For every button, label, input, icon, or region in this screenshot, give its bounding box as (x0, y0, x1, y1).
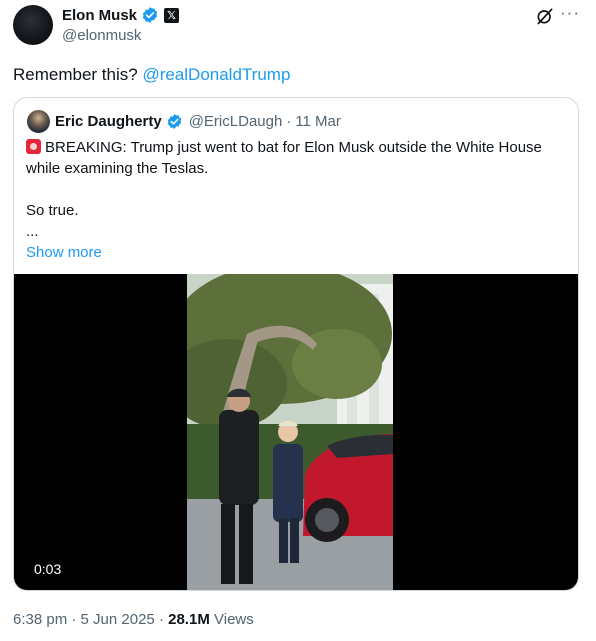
mention-link[interactable]: @realDonaldTrump (142, 65, 290, 84)
author-name-row: Elon Musk 𝕏 (62, 6, 180, 24)
x-logo-icon: 𝕏 (164, 7, 180, 23)
post-date[interactable]: 5 Jun 2025 (81, 611, 155, 628)
quote-text: BREAKING: Trump just went to bat for Elo… (26, 137, 566, 263)
video-still-image (187, 274, 393, 590)
quote-author-avatar[interactable] (27, 110, 50, 133)
author-name[interactable]: Elon Musk (62, 7, 137, 24)
video-timestamp: 0:03 (34, 561, 62, 577)
video-frame (187, 274, 393, 590)
tweet-text: Remember this? @realDonaldTrump (13, 65, 290, 85)
tweet-body: Remember this? (13, 65, 143, 84)
quote-author-name[interactable]: Eric Daugherty (55, 113, 162, 130)
views-label: Views (214, 611, 254, 628)
siren-emoji-icon (26, 139, 41, 154)
grok-icon[interactable] (535, 6, 555, 26)
video-player[interactable]: 0:03 (14, 274, 578, 590)
quote-author-handle[interactable]: @EricLDaugh (189, 113, 283, 130)
quote-date[interactable]: 11 Mar (295, 113, 341, 130)
meta-separator: · (158, 611, 164, 628)
author-handle[interactable]: @elonmusk (62, 27, 141, 44)
verified-badge-icon (167, 114, 181, 129)
quoted-tweet[interactable]: Eric Daugherty @EricLDaugh · 11 Mar BREA… (13, 97, 579, 591)
show-more-link[interactable]: Show more (26, 242, 566, 263)
verified-badge-icon (142, 7, 158, 23)
separator-dot: · (286, 113, 292, 130)
quote-header: Eric Daugherty @EricLDaugh · 11 Mar (55, 113, 341, 130)
author-avatar[interactable] (13, 5, 53, 45)
quote-line-2: So true. (26, 202, 79, 219)
view-count: 28.1M (168, 611, 210, 628)
meta-separator: · (71, 611, 77, 628)
post-meta: 6:38 pm · 5 Jun 2025 · 28.1M Views (13, 611, 254, 628)
quote-line-1: BREAKING: Trump just went to bat for Elo… (26, 139, 542, 177)
more-options-icon[interactable]: ··· (560, 3, 580, 23)
post-time[interactable]: 6:38 pm (13, 611, 67, 628)
quote-line-3: ... (26, 223, 39, 240)
